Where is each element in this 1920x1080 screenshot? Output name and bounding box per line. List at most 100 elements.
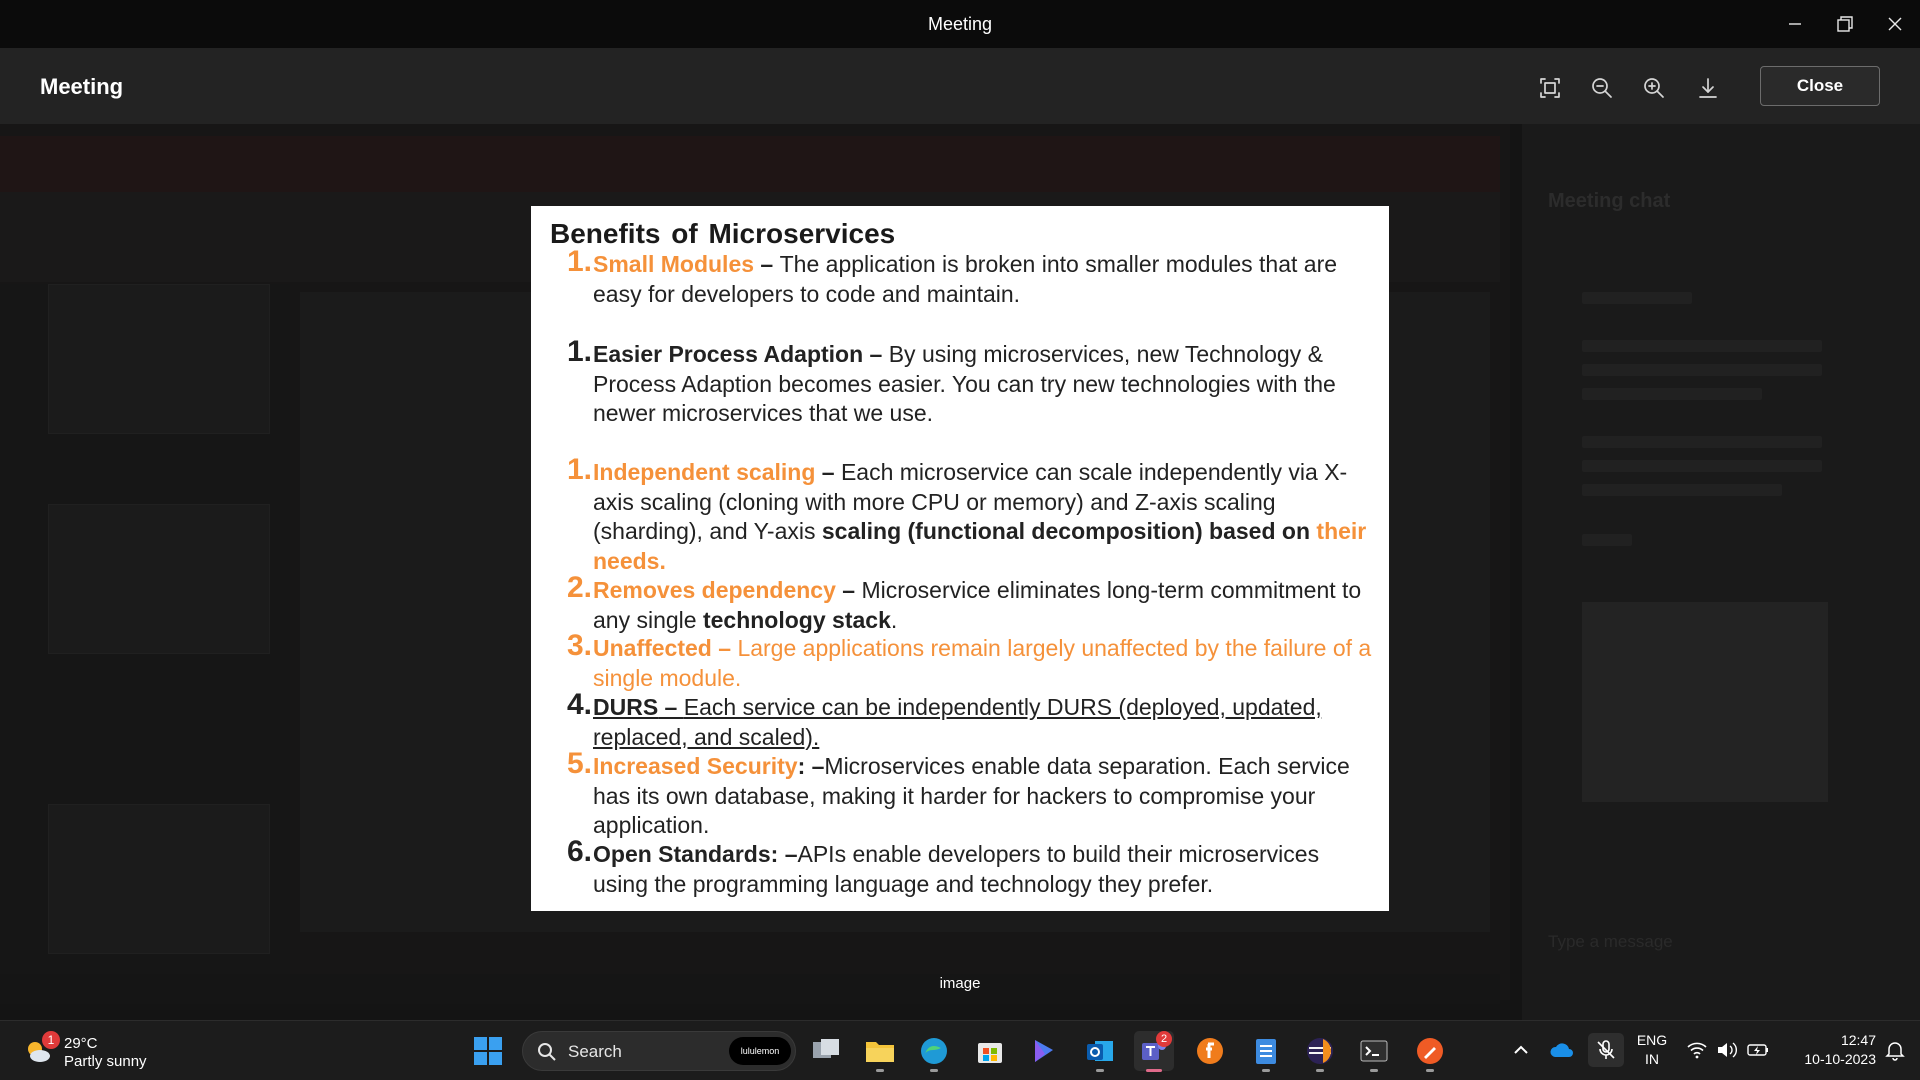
item-body: Increased Security: –Microservices enabl…	[567, 752, 1379, 841]
taskbar-teams[interactable]: 2	[1134, 1031, 1174, 1072]
language-region: IN	[1645, 1051, 1659, 1067]
taskbar: 1 29°C Partly sunny Search lululemon 2 E…	[0, 1020, 1920, 1080]
battery-charging-icon	[1747, 1044, 1768, 1056]
chat-image-attachment	[1582, 602, 1828, 802]
task-view-icon	[813, 1039, 839, 1058]
slide-list-item: 6. Open Standards: –APIs enable develope…	[567, 835, 1379, 899]
chat-message	[1582, 484, 1782, 496]
chat-message	[1582, 388, 1762, 400]
item-dash: –	[711, 635, 738, 661]
item-bold-text: scaling (functional decomposition) based…	[821, 518, 1311, 544]
window-close-button[interactable]	[1872, 6, 1918, 42]
item-body: Independent scaling – Each microservice …	[567, 458, 1379, 576]
weather-description: Partly sunny	[64, 1053, 147, 1070]
cloud-icon	[1550, 1043, 1573, 1057]
weather-temperature: 29°C	[64, 1035, 98, 1052]
minimize-icon	[1789, 23, 1801, 25]
item-heading: DURS	[593, 694, 659, 720]
slide-title: Benefits of Microservices	[550, 218, 896, 249]
slide-image: Benefits of Microservices 1. Small Modul…	[531, 206, 1389, 911]
taskbar-app-orange[interactable]	[1190, 1031, 1230, 1071]
item-dash: : –	[797, 753, 825, 779]
onedrive-tray-icon[interactable]	[1550, 1041, 1574, 1064]
fit-screen-icon	[1540, 78, 1560, 98]
notifications-button[interactable]	[1884, 1039, 1906, 1066]
item-body: Removes dependency – Microservice elimin…	[567, 576, 1379, 635]
item-body: Small Modules – The application is broke…	[567, 250, 1379, 309]
item-body: Open Standards: –APIs enable developers …	[567, 840, 1379, 899]
fit-to-screen-button[interactable]	[1534, 72, 1566, 104]
show-hidden-icons-button[interactable]	[1512, 1041, 1530, 1064]
download-button[interactable]	[1692, 72, 1724, 104]
weather-widget[interactable]: 1 29°C Partly sunny	[20, 1031, 170, 1073]
item-dash: : –	[770, 841, 798, 867]
store-icon	[978, 1043, 1002, 1063]
orange-app-icon	[1197, 1038, 1223, 1064]
viewer-title: Meeting	[40, 74, 124, 99]
running-indicator	[1262, 1069, 1270, 1072]
task-view-button[interactable]	[806, 1031, 846, 1071]
bing-icon	[1035, 1040, 1053, 1062]
slide-list-item: 1. Independent scaling – Each microservi…	[567, 453, 1379, 576]
input-language-indicator[interactable]: ENG IN	[1632, 1031, 1672, 1069]
zoom-out-button[interactable]	[1586, 72, 1618, 104]
window-title: Meeting	[927, 14, 993, 34]
item-dash: –	[863, 341, 889, 367]
viewer-close-button[interactable]: Close	[1760, 66, 1880, 106]
taskbar-search[interactable]: Search lululemon	[522, 1031, 796, 1071]
running-indicator	[1370, 1069, 1378, 1072]
item-heading: Open Standards	[593, 841, 771, 867]
chat-message	[1582, 460, 1822, 472]
search-icon	[538, 1043, 556, 1061]
download-icon	[1699, 78, 1717, 98]
taskbar-edge[interactable]	[914, 1031, 954, 1072]
taskbar-notepad[interactable]	[1246, 1031, 1286, 1072]
restore-button[interactable]	[1822, 6, 1868, 42]
item-number: 6.	[567, 835, 593, 868]
microphone-off-icon	[1597, 1040, 1615, 1059]
system-clock[interactable]: 12:47 10-10-2023	[1776, 1031, 1876, 1069]
slide-list-item: 2. Removes dependency – Microservice eli…	[567, 573, 1379, 635]
item-number: 5.	[567, 747, 593, 780]
running-indicator	[1146, 1069, 1162, 1072]
taskbar-terminal[interactable]	[1354, 1031, 1394, 1072]
background-thumbnail	[48, 504, 270, 654]
close-icon	[1888, 17, 1902, 31]
image-caption: image	[939, 975, 981, 992]
zoom-in-button[interactable]	[1638, 72, 1670, 104]
slide-list-item: 1. Small Modules – The application is br…	[567, 247, 1379, 309]
item-number: 3.	[567, 629, 593, 662]
taskbar-store[interactable]	[970, 1031, 1010, 1071]
microphone-muted-button[interactable]	[1588, 1033, 1624, 1067]
slide-list-item: 4. DURS – Each service can be independen…	[567, 688, 1379, 752]
item-number: 1.	[567, 453, 593, 486]
notepad-icon	[1256, 1039, 1276, 1064]
language-code: ENG	[1636, 1032, 1668, 1048]
clock-date: 10-10-2023	[1804, 1051, 1876, 1067]
volume-tray-icon[interactable]	[1716, 1041, 1738, 1064]
speaker-icon	[1718, 1042, 1737, 1058]
taskbar-copilot[interactable]	[1024, 1031, 1064, 1071]
running-indicator	[1096, 1069, 1104, 1072]
taskbar-outlook[interactable]	[1080, 1031, 1120, 1072]
chat-title: Meeting chat	[1548, 190, 1671, 212]
slide-list-item: 3. Unaffected – Large applications remai…	[567, 629, 1379, 693]
battery-tray-icon[interactable]	[1746, 1041, 1770, 1064]
running-indicator	[930, 1069, 938, 1072]
edge-icon	[921, 1038, 947, 1064]
item-text: Each service can be independently DURS (…	[593, 694, 1322, 750]
wifi-tray-icon[interactable]	[1686, 1041, 1708, 1064]
chat-message	[1582, 534, 1632, 546]
taskbar-postman[interactable]	[1410, 1031, 1450, 1072]
start-button[interactable]	[468, 1031, 508, 1071]
teams-notification-badge: 2	[1156, 1031, 1172, 1047]
item-number: 4.	[567, 688, 593, 721]
notification-bell-icon	[1885, 1042, 1905, 1061]
folder-icon	[866, 1042, 894, 1062]
taskbar-eclipse[interactable]	[1300, 1031, 1340, 1072]
taskbar-file-explorer[interactable]	[860, 1031, 900, 1072]
restore-icon	[1837, 16, 1853, 32]
minimize-button[interactable]	[1772, 6, 1818, 42]
chat-message	[1582, 340, 1822, 352]
item-heading: Independent scaling	[593, 459, 816, 485]
